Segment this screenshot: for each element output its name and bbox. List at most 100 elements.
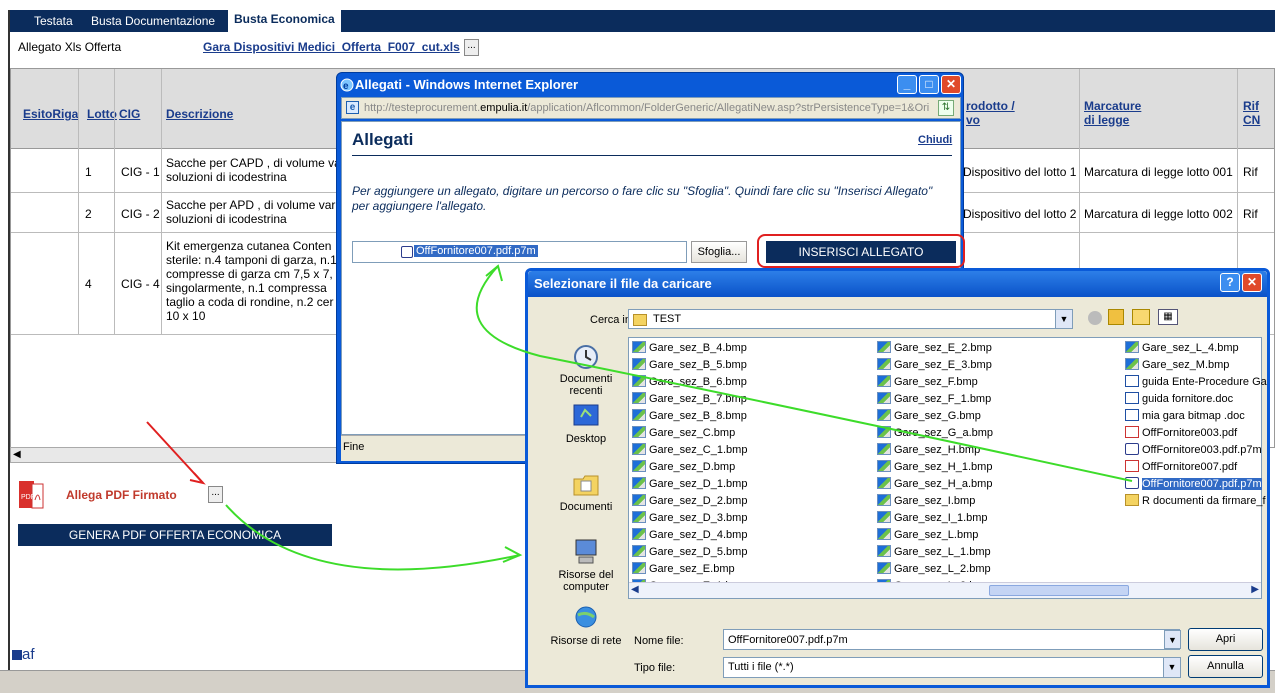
file-item[interactable]: Gare_sez_B_5.bmp xyxy=(632,358,747,372)
file-item[interactable]: Gare_sez_B_7.bmp xyxy=(632,392,747,406)
chevron-down-icon[interactable]: ▼ xyxy=(1055,310,1072,328)
maximize-icon[interactable]: □ xyxy=(919,75,939,94)
allega-pdf-firmato-label[interactable]: Allega PDF Firmato xyxy=(66,488,177,502)
close-icon[interactable]: ✕ xyxy=(1242,273,1262,292)
close-icon[interactable]: ✕ xyxy=(941,75,961,94)
col-marcature[interactable]: Marcature xyxy=(1084,99,1141,113)
file-name-input[interactable] xyxy=(723,629,1180,650)
chevron-down-icon[interactable]: ▼ xyxy=(1163,658,1180,677)
file-item[interactable]: OffFornitore003.pdf.p7m xyxy=(1125,443,1262,457)
file-item[interactable]: Gare_sez_H.bmp xyxy=(877,443,980,457)
file-item[interactable]: Gare_sez_H_1.bmp xyxy=(877,460,992,474)
file-path-input[interactable]: OffFornitore007.pdf.p7m xyxy=(352,241,687,263)
tab-busta-documentazione[interactable]: Busta Documentazione xyxy=(91,14,215,28)
file-item[interactable]: guida Ente-Procedure Ga xyxy=(1125,375,1267,389)
file-item[interactable]: Gare_sez_L_1.bmp xyxy=(877,545,991,559)
file-item[interactable]: Gare_sez_L.bmp xyxy=(877,528,978,542)
nav-documenti[interactable]: Documenti xyxy=(546,469,626,513)
annulla-button[interactable]: Annulla xyxy=(1188,655,1263,678)
col-prodotto-2[interactable]: vo xyxy=(966,113,980,127)
status-text: Fine xyxy=(343,441,365,453)
up-folder-icon[interactable] xyxy=(1108,309,1124,325)
new-folder-icon[interactable] xyxy=(1132,309,1150,325)
file-item[interactable]: OffFornitore007.pdf xyxy=(1125,460,1237,474)
file-item[interactable]: Gare_sez_E_3.bmp xyxy=(877,358,992,372)
help-icon[interactable]: ? xyxy=(1220,273,1240,292)
col-rif-2[interactable]: CN xyxy=(1243,113,1260,127)
genera-pdf-button[interactable]: GENERA PDF OFFERTA ECONOMICA xyxy=(18,524,332,546)
file-type-value: Tutti i file (*.*) xyxy=(728,661,794,673)
file-list[interactable]: Gare_sez_B_4.bmp Gare_sez_B_5.bmp Gare_sez… xyxy=(628,337,1267,599)
file-item[interactable]: Gare_sez_I.bmp xyxy=(877,494,975,508)
file-item[interactable]: Gare_sez_M.bmp xyxy=(1125,358,1229,372)
file-item[interactable]: Gare_sez_I_1.bmp xyxy=(877,511,988,525)
file-item[interactable]: Gare_sez_F.bmp xyxy=(877,375,978,389)
tab-busta-economica[interactable]: Busta Economica xyxy=(228,10,341,32)
ie-url[interactable]: http://testeprocurement.empulia.it/appli… xyxy=(364,102,934,114)
nav-risorse-rete[interactable]: Risorse di rete xyxy=(546,603,626,647)
col-marcature-2[interactable]: di legge xyxy=(1084,113,1129,127)
file-item[interactable]: Gare_sez_E_2.bmp xyxy=(877,341,992,355)
pdf-browse-button[interactable]: ... xyxy=(208,486,223,503)
inserisci-allegato-button[interactable]: INSERISCI ALLEGATO xyxy=(766,241,956,263)
file-item[interactable]: Gare_sez_D_5.bmp xyxy=(632,545,747,559)
file-item[interactable]: Gare_sez_B_8.bmp xyxy=(632,409,747,423)
col-prodotto[interactable]: rodotto / xyxy=(966,99,1015,113)
file-item[interactable]: Gare_sez_C_1.bmp xyxy=(632,443,747,457)
compatibility-icon[interactable]: ⇅ xyxy=(938,100,954,116)
view-menu-icon[interactable]: ▦ xyxy=(1158,309,1178,325)
file-item[interactable]: Gare_sez_F_1.bmp xyxy=(877,392,991,406)
file-item[interactable]: Gare_sez_D_1.bmp xyxy=(632,477,747,491)
file-type-select[interactable]: Tutti i file (*.*) ▼ xyxy=(723,657,1181,678)
file-item[interactable]: Gare_sez_D.bmp xyxy=(632,460,735,474)
file-item[interactable]: Gare_sez_D_4.bmp xyxy=(632,528,747,542)
xls-browse-button[interactable]: ... xyxy=(464,39,479,56)
col-rif[interactable]: Rif xyxy=(1243,99,1259,113)
scroll-left-icon[interactable]: ◀ xyxy=(13,449,21,460)
minimize-icon[interactable]: _ xyxy=(897,75,917,94)
chevron-down-icon[interactable]: ▼ xyxy=(1164,630,1181,649)
scroll-right-icon[interactable]: ▶ xyxy=(1251,584,1259,595)
table-horizontal-scrollbar[interactable]: ◀ xyxy=(10,447,340,463)
file-item[interactable]: Gare_sez_B_6.bmp xyxy=(632,375,747,389)
col-cig[interactable]: CIG xyxy=(119,107,140,121)
tab-testata[interactable]: Testata xyxy=(34,14,73,28)
scroll-thumb[interactable] xyxy=(989,585,1129,596)
bmp-file-icon xyxy=(632,426,646,438)
nav-documenti-recenti[interactable]: Documenti recenti xyxy=(546,341,626,397)
scroll-left-icon[interactable]: ◀ xyxy=(631,584,639,595)
file-item[interactable]: Gare_sez_G_a.bmp xyxy=(877,426,993,440)
file-item[interactable]: Gare_sez_C.bmp xyxy=(632,426,735,440)
file-name: guida fornitore.doc xyxy=(1142,393,1234,405)
nav-label: Documenti recenti xyxy=(559,373,613,397)
col-descrizione[interactable]: Descrizione xyxy=(166,107,233,121)
file-list-scrollbar[interactable]: ◀ ▶ xyxy=(629,582,1261,598)
col-lotto[interactable]: Lotto xyxy=(87,107,117,121)
nav-risorse-computer[interactable]: Risorse del computer xyxy=(546,537,626,593)
file-item[interactable]: Gare_sez_G.bmp xyxy=(877,409,981,423)
xls-file-link[interactable]: Gara Dispositivi Medici_Offerta_F007_cut… xyxy=(203,40,460,54)
cell-descrizione-5: taglio a coda di rondine, n.2 cer xyxy=(166,295,334,309)
file-item[interactable]: OffFornitore003.pdf xyxy=(1125,426,1237,440)
file-item[interactable]: Gare_sez_H_a.bmp xyxy=(877,477,992,491)
chiudi-link[interactable]: Chiudi xyxy=(918,134,952,146)
file-item[interactable]: Gare_sez_L_2.bmp xyxy=(877,562,991,576)
file-item[interactable]: guida fornitore.doc xyxy=(1125,392,1233,406)
file-item[interactable]: Gare_sez_L_4.bmp xyxy=(1125,341,1239,355)
sfoglia-button[interactable]: Sfoglia... xyxy=(691,241,747,263)
back-icon[interactable] xyxy=(1088,311,1102,325)
apri-button[interactable]: Apri xyxy=(1188,628,1263,651)
file-name: Gare_sez_F.bmp xyxy=(894,376,978,388)
file-item-selected[interactable]: OffFornitore007.pdf.p7m xyxy=(1125,477,1262,491)
look-in-select[interactable]: TEST ▼ xyxy=(628,309,1073,329)
cell-descrizione-2: soluzioni di icodestrina xyxy=(166,170,287,184)
file-item[interactable]: Gare_sez_B_4.bmp xyxy=(632,341,747,355)
file-item[interactable]: R documenti da firmare_f xyxy=(1125,494,1266,508)
nav-desktop[interactable]: Desktop xyxy=(546,401,626,445)
col-esito-riga[interactable]: EsitoRiga xyxy=(23,107,78,121)
ie-address-bar[interactable]: e http://testeprocurement.empulia.it/app… xyxy=(341,97,961,119)
file-item[interactable]: Gare_sez_D_2.bmp xyxy=(632,494,747,508)
file-item[interactable]: Gare_sez_E.bmp xyxy=(632,562,735,576)
file-item[interactable]: Gare_sez_D_3.bmp xyxy=(632,511,747,525)
file-item[interactable]: mia gara bitmap .doc xyxy=(1125,409,1245,423)
